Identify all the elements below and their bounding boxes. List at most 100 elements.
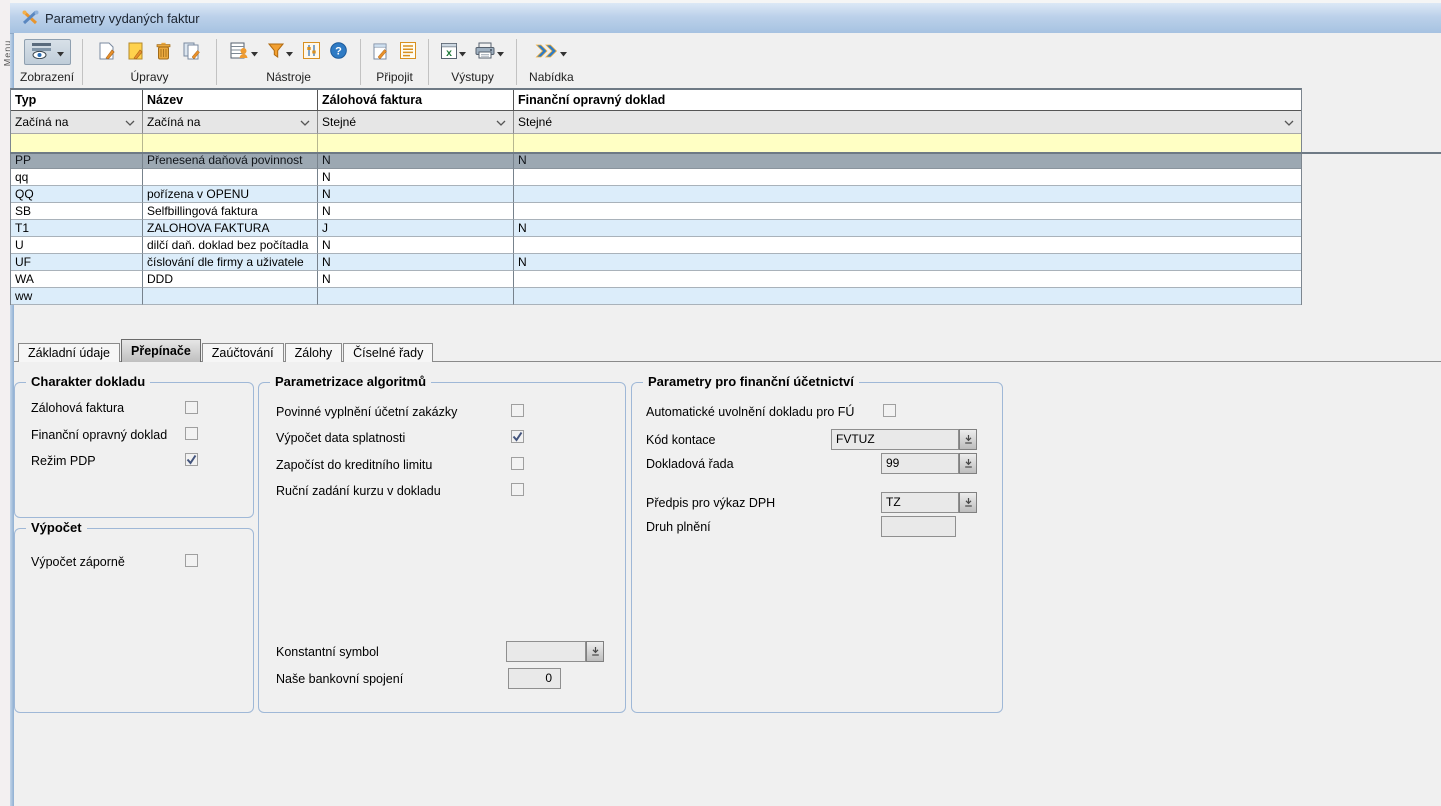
table-row[interactable]: qq N xyxy=(11,169,1301,186)
toolbar-separator xyxy=(360,39,361,85)
new-record-button[interactable] xyxy=(97,41,116,64)
konstantni-symbol-dropdown-button[interactable] xyxy=(586,641,604,662)
edit-record-button[interactable] xyxy=(126,41,145,64)
invoice-types-table: Typ Název Zálohová faktura Finanční opra… xyxy=(10,88,1302,305)
cell-zaloha: N xyxy=(318,203,514,220)
konstantni-symbol-field[interactable] xyxy=(506,641,586,662)
new-record-icon xyxy=(98,42,115,63)
table-row[interactable]: U dilčí daň. doklad bez počítadla N xyxy=(11,237,1301,254)
table-row[interactable]: QQ pořízena v OPENU N xyxy=(11,186,1301,203)
checkbox-rezim-pdp[interactable] xyxy=(185,453,198,466)
cell-fod xyxy=(514,186,1301,203)
attach-note-icon xyxy=(373,42,389,63)
filter-value-typ[interactable] xyxy=(11,134,143,152)
cell-typ: WA xyxy=(11,271,143,288)
view-icon xyxy=(31,42,52,62)
filter-row-divider xyxy=(10,152,1441,154)
filter-operator-zalohova[interactable]: Stejné xyxy=(318,111,514,134)
cell-fod: N xyxy=(514,152,1301,169)
caret-down-icon xyxy=(251,45,258,60)
tab-zauctovani[interactable]: Zaúčtování xyxy=(202,343,284,362)
nase-bankovni-spojeni-field[interactable]: 0 xyxy=(508,668,561,689)
groupbox-parametry-fu: Parametry pro finanční účetnictví Automa… xyxy=(631,382,1003,713)
cell-nazev: dilčí daň. doklad bez počítadla xyxy=(143,237,318,254)
groupbox-title: Parametry pro finanční účetnictví xyxy=(643,374,859,389)
toolbar-group-label: Výstupy xyxy=(451,70,494,84)
table-row[interactable]: UF číslování dle firmy a uživatele N N xyxy=(11,254,1301,271)
dokladova-rada-dropdown-button[interactable] xyxy=(959,453,977,474)
filter-operator-typ[interactable]: Začíná na xyxy=(11,111,143,134)
data-tools-button[interactable] xyxy=(229,41,259,63)
kod-kontace-dropdown-button[interactable] xyxy=(959,429,977,450)
predpis-pro-vykaz-dph-field[interactable]: TZ xyxy=(881,492,959,513)
crossed-tools-icon xyxy=(22,10,39,26)
checkbox-povinne-vyplneni-ucetni-zakazky[interactable] xyxy=(511,404,524,417)
filter-value-fod[interactable] xyxy=(514,134,1301,152)
checkbox-automaticke-uvolneni-fu[interactable] xyxy=(883,404,896,417)
checkbox-rucni-zadani-kurzu[interactable] xyxy=(511,483,524,496)
column-header-financni-opravny-doklad[interactable]: Finanční opravný doklad xyxy=(514,90,1301,111)
copy-record-button[interactable] xyxy=(182,41,202,64)
checkbox-label: Režim PDP xyxy=(31,454,96,469)
checkbox-zalohova-faktura[interactable] xyxy=(185,401,198,414)
table-row[interactable]: SB Selfbillingová faktura N xyxy=(11,203,1301,220)
checkbox-vypocet-zaporne[interactable] xyxy=(185,554,198,567)
filter-operator-label: Stejné xyxy=(322,115,356,129)
toolbar-separator xyxy=(82,39,83,85)
table-row[interactable]: ww xyxy=(11,288,1301,305)
excel-export-button[interactable]: x xyxy=(440,42,467,63)
tab-zalohy[interactable]: Zálohy xyxy=(285,343,343,362)
checkbox-financni-opravny-doklad[interactable] xyxy=(185,427,198,440)
help-button[interactable]: ? xyxy=(329,41,348,63)
caret-down-icon xyxy=(459,45,466,60)
tab-ciselne-rady[interactable]: Číselné řady xyxy=(343,343,433,362)
table-row[interactable]: WA DDD N xyxy=(11,271,1301,288)
dokladova-rada-field[interactable]: 99 xyxy=(881,453,959,474)
groupbox-title: Výpočet xyxy=(26,520,87,535)
window-title: Parametry vydaných faktur xyxy=(45,11,200,26)
cell-nazev: ZALOHOVA FAKTURA xyxy=(143,220,318,237)
druh-plneni-field[interactable] xyxy=(881,516,956,537)
data-tools-icon xyxy=(230,42,249,62)
checkbox-label: Výpočet data splatnosti xyxy=(276,431,405,446)
cell-fod: N xyxy=(514,220,1301,237)
print-button[interactable] xyxy=(474,41,505,63)
kod-kontace-field[interactable]: FVTUZ xyxy=(831,429,959,450)
attach-list-button[interactable] xyxy=(399,41,417,63)
cell-fod xyxy=(514,288,1301,305)
delete-record-button[interactable] xyxy=(155,41,172,64)
checkbox-label: Výpočet záporně xyxy=(31,555,125,570)
filter-operator-fod[interactable]: Stejné xyxy=(514,111,1301,134)
filter-button[interactable] xyxy=(267,42,294,62)
filter-value-nazev[interactable] xyxy=(143,134,318,152)
tab-zakladni-udaje[interactable]: Základní údaje xyxy=(18,343,120,362)
groupbox-title: Charakter dokladu xyxy=(26,374,150,389)
table-row[interactable]: PP Přenesená daňová povinnost N N xyxy=(11,152,1301,169)
chevron-down-icon xyxy=(496,115,506,129)
predpis-dph-dropdown-button[interactable] xyxy=(959,492,977,513)
table-row[interactable]: T1 ZALOHOVA FAKTURA J N xyxy=(11,220,1301,237)
view-mode-button[interactable] xyxy=(24,39,71,65)
tab-prepinace[interactable]: Přepínače xyxy=(121,339,201,362)
cell-nazev: číslování dle firmy a uživatele xyxy=(143,254,318,271)
checkbox-vypocet-data-splatnosti[interactable] xyxy=(511,430,524,443)
svg-text:x: x xyxy=(446,47,452,59)
column-header-typ[interactable]: Typ xyxy=(11,90,143,111)
filter-operator-nazev[interactable]: Začíná na xyxy=(143,111,318,134)
menu-actions-button[interactable] xyxy=(534,43,568,62)
tab-strip: Základní údaje Přepínače Zaúčtování Zálo… xyxy=(14,338,434,362)
filter-value-zalohova[interactable] xyxy=(318,134,514,152)
cell-zaloha: N xyxy=(318,152,514,169)
cell-typ: PP xyxy=(11,152,143,169)
groupbox-vypocet: Výpočet Výpočet záporně xyxy=(14,528,254,713)
attach-note-button[interactable] xyxy=(372,41,390,64)
parameters-button[interactable] xyxy=(302,41,321,63)
cell-typ: QQ xyxy=(11,186,143,203)
toolbar-separator xyxy=(216,39,217,85)
cell-typ: qq xyxy=(11,169,143,186)
copy-record-icon xyxy=(183,42,201,63)
column-header-nazev[interactable]: Název xyxy=(143,90,318,111)
checkbox-zapocist-do-kreditniho-limitu[interactable] xyxy=(511,457,524,470)
column-header-zalohova-faktura[interactable]: Zálohová faktura xyxy=(318,90,514,111)
excel-export-icon: x xyxy=(441,43,457,62)
